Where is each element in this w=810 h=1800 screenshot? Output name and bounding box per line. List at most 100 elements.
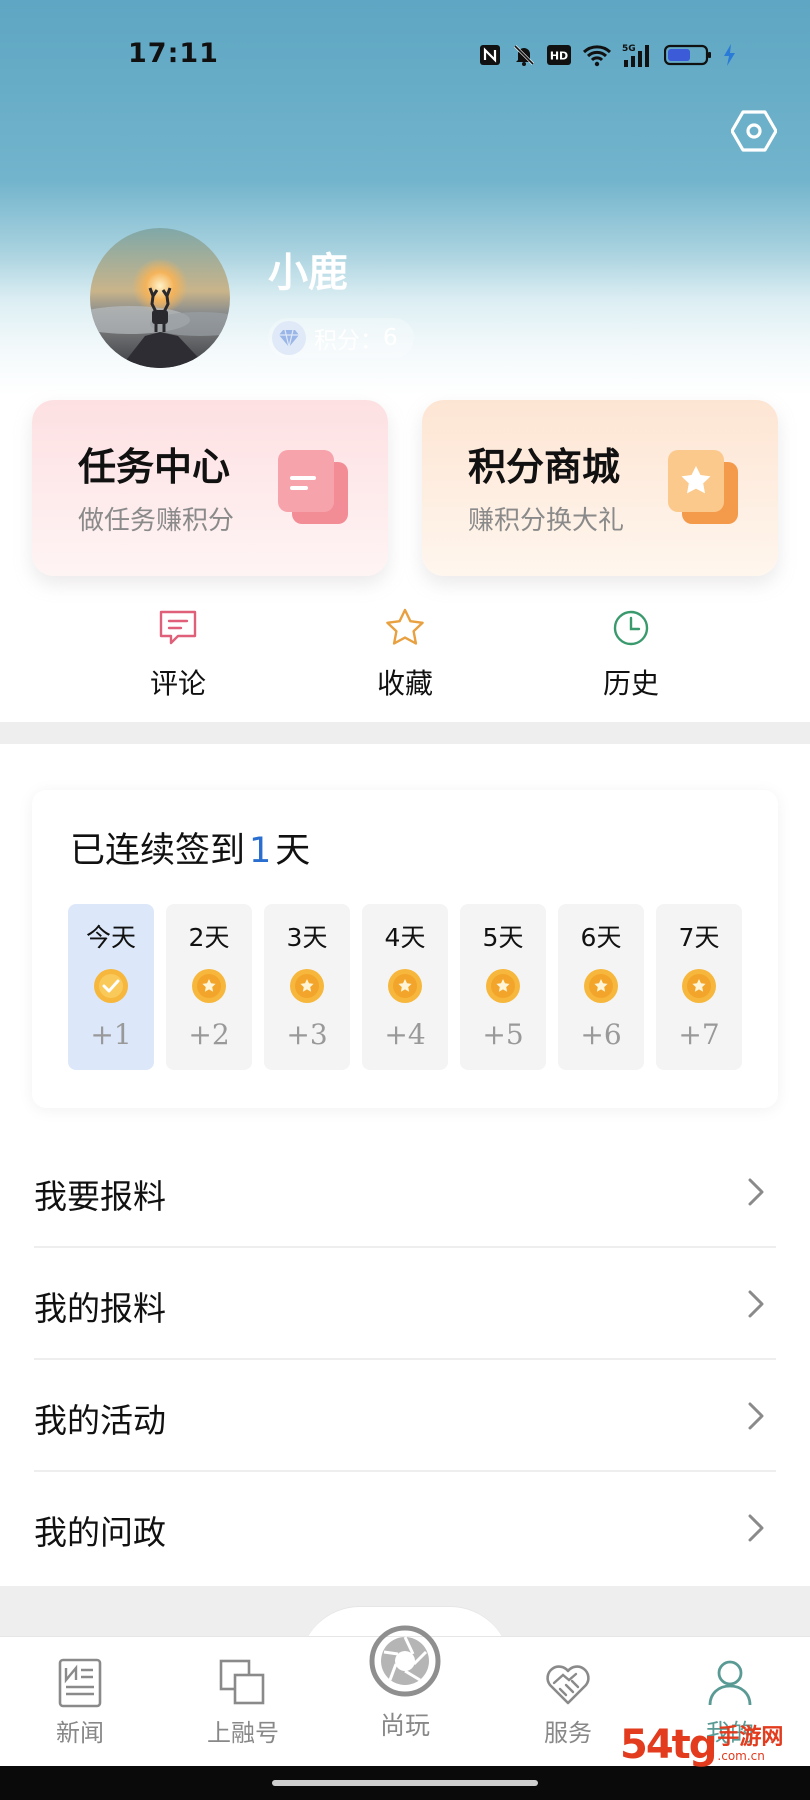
quick-action-label: 收藏 [376,667,433,700]
chevron-right-icon [748,1402,764,1430]
checkin-day[interactable]: 7天 +7 [656,904,742,1070]
chevron-right-icon [748,1514,764,1542]
menu-item-submit-tip[interactable]: 我要报料 [34,1136,776,1248]
day-label: 4天 [384,923,426,952]
hd-icon: HD [546,44,572,66]
mute-icon [512,43,536,67]
quick-action-comment[interactable]: 评论 [118,606,238,702]
tab-services[interactable]: 服务 [508,1657,628,1748]
day-label: 今天 [85,923,136,952]
day-label: 3天 [286,923,328,952]
coin-icon [388,969,422,1003]
day-bonus: +5 [482,1018,524,1051]
day-bonus: +3 [286,1018,328,1051]
day-bonus: +7 [678,1018,720,1051]
charging-icon [722,43,736,67]
avatar[interactable] [90,228,230,368]
points-mall-card[interactable]: 积分商城 赚积分换大礼 [422,400,778,576]
quick-actions: 评论 收藏 历史 [0,600,810,720]
card-subtitle: 赚积分换大礼 [468,506,625,536]
coin-icon [290,969,324,1003]
status-bar: 17:11 HD 5G [0,30,810,78]
checkin-day[interactable]: 6天 +6 [558,904,644,1070]
card-title: 积分商城 [468,445,621,489]
section-divider [0,722,810,744]
checkin-day[interactable]: 5天 +5 [460,904,546,1070]
card-title: 任务中心 [78,445,231,489]
diamond-icon [272,321,306,355]
svg-text:HD: HD [550,50,568,63]
quick-action-label: 评论 [149,667,206,700]
checkin-title: 已连续签到 1 天 [70,822,310,873]
tab-rongmedia[interactable]: 上融号 [183,1657,303,1748]
task-card-icon [278,450,348,524]
aperture-icon [369,1625,441,1697]
username: 小鹿 [268,250,348,296]
checkin-day[interactable]: 2天 +2 [166,904,252,1070]
day-label: 2天 [188,923,230,952]
checkin-prefix: 已连续签到 [70,831,246,871]
status-icons: HD 5G [478,40,736,70]
tab-news[interactable]: 新闻 [20,1657,140,1748]
watermark-number: 54tg [620,1722,717,1768]
svg-text:5G: 5G [622,44,636,54]
menu-item-my-activities[interactable]: 我的活动 [34,1360,776,1472]
checkin-day[interactable]: 3天 +3 [264,904,350,1070]
squares-icon [219,1659,265,1705]
points-label: 积分： [314,328,383,354]
day-bonus: +4 [384,1018,426,1051]
watermark-text-group: 手游网 .com.cn [717,1725,784,1764]
5g-signal-icon: 5G [622,42,654,68]
day-bonus: +6 [580,1018,622,1051]
star-card-icon [668,450,738,524]
watermark-text: 手游网 [717,1725,784,1750]
coin-icon [682,969,716,1003]
day-bonus: +2 [188,1018,230,1051]
chevron-right-icon [748,1178,764,1206]
battery-icon [664,43,712,67]
checkin-day[interactable]: 4天 +4 [362,904,448,1070]
day-label: 5天 [482,923,524,952]
tab-label: 上融号 [207,1719,279,1747]
checkin-card: 已连续签到 1 天 今天 +1 2天 +2 3天 +3 4天 +4 5天 +5 6天… [32,790,778,1108]
nfc-icon [478,43,502,67]
checkin-days-count: 1 [249,831,272,871]
checkin-suffix: 天 [275,831,311,871]
home-indicator[interactable] [272,1780,538,1786]
clock-icon [613,610,649,646]
news-icon [58,1658,102,1708]
menu-item-label: 我的问政 [34,1513,166,1552]
menu-item-label: 我的活动 [34,1401,166,1440]
checked-coin-icon [94,969,128,1003]
star-icon [386,608,424,645]
chevron-right-icon [748,1290,764,1318]
points-badge[interactable]: 积分： 6 [268,318,414,358]
settings-button[interactable] [730,108,778,154]
day-bonus: +1 [90,1018,132,1051]
day-label: 7天 [678,923,720,952]
quick-action-favorite[interactable]: 收藏 [345,606,465,702]
person-icon [708,1660,752,1706]
coin-icon [584,969,618,1003]
tab-label: 服务 [544,1719,592,1747]
deer-sunset-avatar-icon [90,228,230,368]
coin-icon [192,969,226,1003]
watermark-domain: .com.cn [717,1749,765,1763]
handshake-icon [546,1665,590,1705]
task-center-card[interactable]: 任务中心 做任务赚积分 [32,400,388,576]
coin-icon [486,969,520,1003]
day-label: 6天 [580,923,622,952]
hexagon-settings-icon [731,110,777,152]
menu-item-label: 我要报料 [34,1177,166,1216]
tab-label: 尚玩 [379,1711,430,1740]
comment-icon [159,610,197,645]
menu-item-my-inquiries[interactable]: 我的问政 [34,1472,776,1584]
menu-item-my-tips[interactable]: 我的报料 [34,1248,776,1360]
checkin-day-today[interactable]: 今天 +1 [68,904,154,1070]
quick-action-history[interactable]: 历史 [571,606,691,702]
tab-label: 新闻 [56,1719,104,1747]
card-subtitle: 做任务赚积分 [78,506,235,536]
status-time: 17:11 [128,38,219,69]
tab-shangwan[interactable]: 尚玩 [344,1624,466,1742]
wifi-icon [582,43,612,67]
